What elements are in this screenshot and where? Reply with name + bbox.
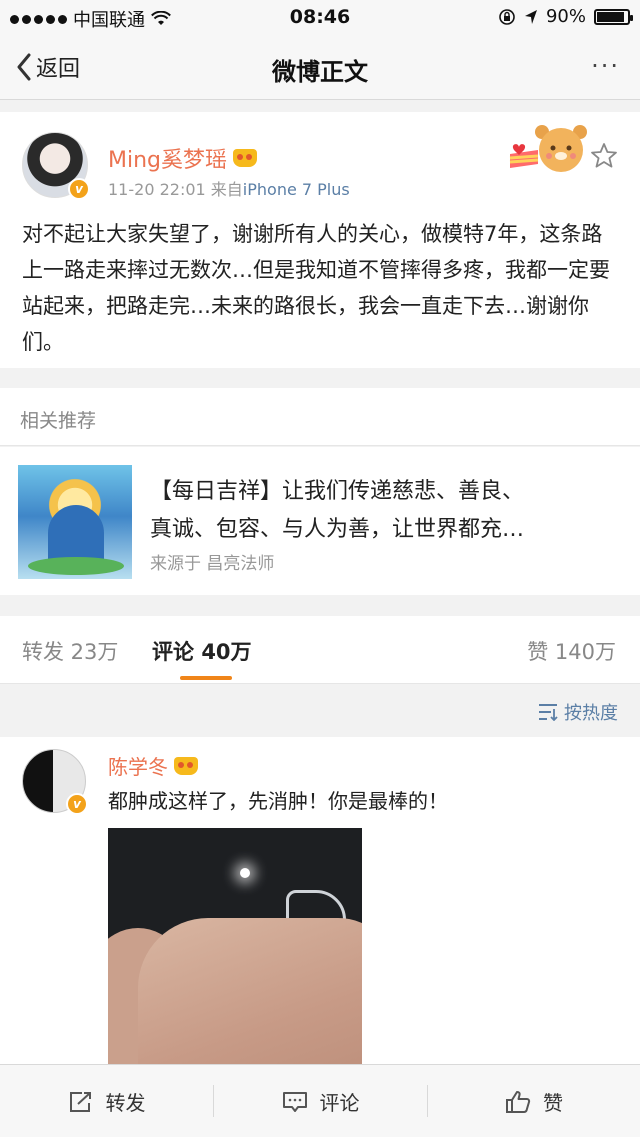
related-header: 相关推荐: [0, 388, 640, 446]
status-bar: 中国联通 08:46 90%: [0, 0, 640, 36]
share-icon: [69, 1091, 91, 1112]
battery-icon: [594, 8, 633, 25]
comment-author-name: 陈学冬: [108, 755, 168, 779]
comment-avatar[interactable]: v: [22, 749, 88, 815]
post-time: 11-20 22:01: [108, 180, 206, 199]
related-title-line2: 真诚、包容、与人为善，让世界都充…: [150, 517, 525, 542]
sort-button[interactable]: 按热度: [538, 699, 618, 725]
comment-label: 评论: [319, 1091, 360, 1115]
verified-badge-icon: v: [68, 178, 90, 200]
more-button[interactable]: ···: [591, 52, 620, 80]
bear-badge-icon: [509, 125, 587, 172]
comment-icon: [282, 1091, 307, 1112]
comment-button[interactable]: 评论: [214, 1065, 427, 1137]
related-header-label: 相关推荐: [20, 410, 97, 432]
active-tab-indicator: [180, 676, 232, 680]
tab-comments-count: 40万: [201, 640, 252, 664]
status-right: 90%: [498, 6, 633, 27]
bottom-toolbar: 转发 评论 赞: [0, 1064, 640, 1137]
rotation-lock-icon: [499, 8, 515, 25]
sort-icon: [539, 704, 558, 721]
battery-percent: 90%: [545, 6, 586, 27]
related-item[interactable]: 【每日吉祥】让我们传递慈悲、善良、 真诚、包容、与人为善，让世界都充… 来源于 …: [0, 447, 640, 595]
weibo-post: v Ming奚梦瑶 11-20 22:01 来自iPhone 7 Plus 对不…: [0, 112, 640, 368]
tab-repost[interactable]: 转发 23万: [22, 636, 118, 666]
verified-badge-icon: v: [66, 793, 88, 815]
vip-crown-icon: [233, 149, 258, 167]
favorite-star-icon[interactable]: [590, 142, 618, 170]
repost-label: 转发: [105, 1091, 146, 1115]
page-title: 微博正文: [272, 58, 368, 86]
tab-comments-label: 评论: [152, 640, 194, 664]
related-title-line1: 【每日吉祥】让我们传递慈悲、善良、: [150, 479, 525, 504]
vip-crown-icon: [174, 756, 198, 775]
comment-author[interactable]: 陈学冬: [108, 751, 198, 780]
battery-fill: [597, 11, 624, 22]
thumbs-up-icon: [506, 1090, 531, 1113]
related-thumbnail: [18, 465, 132, 579]
repost-button[interactable]: 转发: [0, 1065, 213, 1137]
comment-item: v 陈学冬 都肿成这样了，先消肿！你是最棒的！: [0, 737, 640, 1064]
tab-comments[interactable]: 评论 40万: [152, 636, 252, 666]
comment-text: 都肿成这样了，先消肿！你是最棒的！: [108, 789, 448, 813]
post-author-name: Ming奚梦瑶: [108, 148, 228, 173]
related-source: 来源于 昌亮法师: [150, 554, 275, 574]
post-content: 对不起让大家失望了，谢谢所有人的关心，做模特7年，这条路上一路走来摔过无数次…但…: [22, 222, 610, 354]
location-icon: [524, 9, 537, 24]
interaction-tabs: 转发 23万 评论 40万 赞 140万: [0, 616, 640, 684]
post-source[interactable]: iPhone 7 Plus: [243, 180, 350, 199]
related-title: 【每日吉祥】让我们传递慈悲、善良、 真诚、包容、与人为善，让世界都充…: [150, 473, 620, 549]
post-author[interactable]: Ming奚梦瑶: [108, 142, 258, 174]
like-label: 赞: [543, 1091, 563, 1115]
like-button[interactable]: 赞: [428, 1065, 640, 1137]
sort-bar: 按热度: [0, 685, 640, 737]
comment-photo[interactable]: [108, 828, 362, 1064]
post-meta: 11-20 22:01 来自iPhone 7 Plus: [108, 176, 350, 200]
tab-likes[interactable]: 赞 140万: [527, 636, 616, 666]
sort-label: 按热度: [564, 703, 618, 724]
nav-bar: 返回 微博正文 ···: [0, 36, 640, 100]
post-avatar[interactable]: v: [22, 132, 90, 200]
post-source-prefix: 来自: [210, 180, 243, 199]
